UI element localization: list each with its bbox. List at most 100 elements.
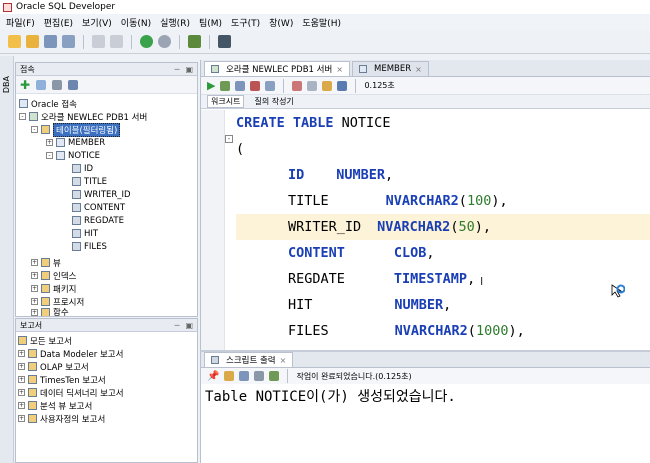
tab-script-output[interactable]: 스크립트 출력 × xyxy=(204,352,294,367)
filter-icon[interactable] xyxy=(52,79,63,90)
report-analytic-view[interactable]: + 분석 뷰 보고서 xyxy=(18,399,92,412)
save-icon[interactable] xyxy=(44,35,57,48)
menu-edit[interactable]: 편집(E) xyxy=(44,16,73,29)
save-all-icon[interactable] xyxy=(62,35,75,48)
history-icon[interactable] xyxy=(322,80,333,91)
tab-pdb1-server[interactable]: 오라클 NEWLEC PDB1 서버 × xyxy=(204,61,350,76)
binoculars-icon[interactable] xyxy=(218,35,231,48)
tab-worksheet[interactable]: 워크시트 xyxy=(207,95,245,108)
code-area[interactable]: CREATE TABLE NOTICE ( ID NUMBER, TITLE NVA… xyxy=(236,110,650,350)
tree-views[interactable]: + 뷰 xyxy=(31,256,61,269)
expand-icon[interactable]: + xyxy=(18,376,25,383)
collapse-icon[interactable]: - xyxy=(46,152,53,159)
open-folder-icon[interactable] xyxy=(26,35,39,48)
tree-column-id[interactable]: ID xyxy=(72,162,93,175)
print-icon[interactable] xyxy=(254,371,265,381)
tree-connection-pdb1[interactable]: - 오라클 NEWLEC PDB1 서버 xyxy=(19,110,147,123)
menu-tools[interactable]: 도구(T) xyxy=(231,16,260,29)
expand-icon[interactable]: + xyxy=(18,389,25,396)
editor-tabs: 오라클 NEWLEC PDB1 서버 × MEMBER × xyxy=(201,60,650,77)
expand-icon[interactable]: + xyxy=(18,402,25,409)
format-icon[interactable] xyxy=(337,80,348,91)
minimize-icon[interactable]: ─ xyxy=(175,321,180,330)
report-data-dictionary[interactable]: + 데이터 딕셔너리 보고서 xyxy=(18,386,124,399)
pin-icon[interactable]: 📌 xyxy=(207,371,219,382)
run-statement-icon[interactable]: ▶ xyxy=(207,79,215,92)
tree-packages[interactable]: + 패키지 xyxy=(31,282,76,295)
tree-column-hit[interactable]: HIT xyxy=(72,227,98,240)
tree-table-notice[interactable]: - NOTICE xyxy=(46,149,100,162)
execution-time: 0.125초 xyxy=(364,81,395,90)
tree-oracle-connections[interactable]: Oracle 접속 xyxy=(19,97,77,110)
menu-file[interactable]: 파일(F) xyxy=(6,16,35,29)
save-icon[interactable] xyxy=(239,371,250,381)
expand-icon[interactable]: + xyxy=(31,298,38,305)
tree-indexes[interactable]: + 인덱스 xyxy=(31,269,76,282)
dba-tab[interactable]: DBA xyxy=(2,76,11,93)
tree-column-writer-id[interactable]: WRITER_ID xyxy=(72,188,131,201)
expand-icon[interactable]: + xyxy=(46,139,53,146)
report-all[interactable]: 모든 보고서 xyxy=(18,334,72,347)
expand-icon[interactable]: + xyxy=(31,285,38,292)
tree-procedures[interactable]: + 프로시저 xyxy=(31,295,84,308)
folder-icon xyxy=(28,362,37,371)
forward-icon[interactable] xyxy=(158,35,171,48)
menu-help[interactable]: 도움말(H) xyxy=(302,16,341,29)
collapse-icon[interactable]: - xyxy=(19,113,26,120)
menu-window[interactable]: 창(W) xyxy=(269,16,293,29)
tab-member[interactable]: MEMBER × xyxy=(352,61,429,76)
commit-icon[interactable] xyxy=(235,80,246,91)
line-gutter xyxy=(201,110,225,350)
menu-run[interactable]: 실행(R) xyxy=(160,16,190,29)
rollback-icon[interactable] xyxy=(250,80,261,91)
tree-table-member[interactable]: + MEMBER xyxy=(46,136,105,149)
close-icon[interactable]: × xyxy=(415,65,422,74)
expand-icon[interactable]: + xyxy=(31,272,38,279)
fold-icon[interactable]: - xyxy=(225,135,233,143)
connections-toolbar: ✚ xyxy=(16,76,197,94)
new-icon[interactable] xyxy=(8,35,21,48)
report-user-defined[interactable]: + 사용자정의 보고서 xyxy=(18,412,105,425)
tree-tables-filtered[interactable]: - 테이블(필터링됨) xyxy=(31,122,121,137)
add-connection-icon[interactable]: ✚ xyxy=(20,78,30,92)
tree-column-files[interactable]: FILES xyxy=(72,240,107,253)
back-icon[interactable] xyxy=(140,35,153,48)
tree-column-content[interactable]: CONTENT xyxy=(72,201,125,214)
collapse-icon[interactable]: - xyxy=(31,126,38,133)
refresh-icon[interactable] xyxy=(36,79,47,90)
explain-plan-icon[interactable] xyxy=(265,80,276,91)
expand-icon[interactable]: + xyxy=(18,363,25,370)
tab-query-builder[interactable]: 질의 작성기 xyxy=(254,96,293,107)
minimize-icon[interactable]: ─ xyxy=(175,65,180,74)
tree-functions[interactable]: + 함수 xyxy=(31,308,69,316)
autotrace-icon[interactable] xyxy=(292,80,303,91)
column-icon xyxy=(72,177,81,186)
report-olap[interactable]: + OLAP 보고서 xyxy=(18,360,89,373)
buffer-icon[interactable] xyxy=(269,371,280,381)
maximize-icon[interactable]: ▣ xyxy=(185,65,193,74)
expand-icon[interactable]: + xyxy=(31,308,38,316)
undo-icon[interactable] xyxy=(92,35,105,48)
schema-icon[interactable] xyxy=(68,79,79,90)
maximize-icon[interactable]: ▣ xyxy=(185,321,193,330)
redo-icon[interactable] xyxy=(110,35,123,48)
close-icon[interactable]: × xyxy=(336,65,343,74)
report-timesten[interactable]: + TimesTen 보고서 xyxy=(18,373,106,386)
report-data-modeler[interactable]: + Data Modeler 보고서 xyxy=(18,347,123,360)
expand-icon[interactable]: + xyxy=(18,350,25,357)
tree-column-regdate[interactable]: REGDATE xyxy=(72,214,124,227)
expand-icon[interactable]: + xyxy=(18,415,25,422)
database-icon xyxy=(19,99,28,108)
menu-navigate[interactable]: 이동(N) xyxy=(121,16,151,29)
column-icon xyxy=(72,229,81,238)
clear-icon[interactable] xyxy=(307,80,318,91)
connection-icon[interactable] xyxy=(188,35,201,48)
eraser-icon[interactable] xyxy=(224,371,235,381)
menu-view[interactable]: 보기(V) xyxy=(82,16,112,29)
close-icon[interactable]: × xyxy=(280,356,287,365)
sql-developer-window: Oracle SQL Developer 파일(F) 편집(E) 보기(V) 이… xyxy=(0,0,650,463)
expand-icon[interactable]: + xyxy=(31,259,38,266)
menu-team[interactable]: 팀(M) xyxy=(199,16,222,29)
tree-column-title[interactable]: TITLE xyxy=(72,175,107,188)
run-script-icon[interactable] xyxy=(220,80,231,91)
